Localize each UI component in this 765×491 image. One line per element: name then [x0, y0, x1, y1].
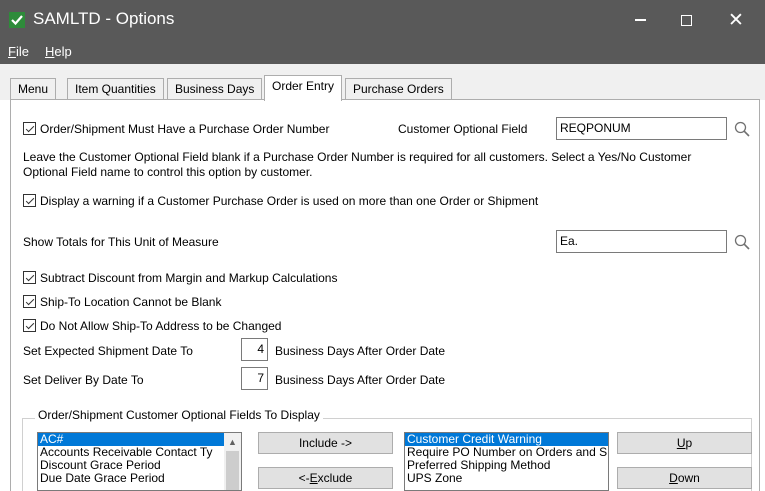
totals-uom-label: Show Totals for This Unit of Measure [23, 235, 219, 249]
menu-help-label: elp [54, 44, 72, 59]
menu-help[interactable]: Help [45, 44, 72, 59]
menu-file-label: ile [15, 44, 29, 59]
expected-ship-suffix: Business Days After Order Date [275, 344, 446, 358]
move-down-button[interactable]: Down [617, 467, 752, 489]
tab-item-quantities[interactable]: Item Quantities [67, 78, 164, 100]
exclude-mnemonic: E [309, 471, 318, 485]
selected-field-item[interactable]: Require PO Number on Orders and S [405, 446, 608, 459]
subtract-discount-label: Subtract Discount from Margin and Markup… [40, 271, 338, 285]
down-mnemonic: D [669, 471, 678, 485]
exclude-label: xclude [317, 471, 353, 485]
tab-purchase-orders[interactable]: Purchase Orders [345, 78, 452, 100]
shipto-no-change-option[interactable]: Do Not Allow Ship-To Address to be Chang… [23, 319, 281, 333]
tab-order-entry[interactable]: Order Entry [264, 75, 343, 101]
optional-fields-group-title: Order/Shipment Customer Optional Fields … [35, 408, 323, 422]
po-warning-checkbox[interactable] [23, 194, 36, 207]
tab-business-days[interactable]: Business Days [167, 78, 263, 100]
available-field-item[interactable]: AC# [38, 433, 241, 446]
down-label: own [677, 471, 700, 485]
include-button[interactable]: Include -> [258, 432, 393, 454]
expected-ship-label: Set Expected Shipment Date To [23, 344, 193, 358]
app-check-icon [9, 12, 25, 28]
menu-file-mnemonic: F [8, 44, 16, 59]
shipto-no-change-checkbox[interactable] [23, 319, 36, 332]
selected-fields-list[interactable]: Customer Credit Warning Require PO Numbe… [404, 432, 609, 491]
subtract-discount-checkbox[interactable] [23, 271, 36, 284]
expected-ship-days-input[interactable]: 4 [241, 338, 268, 361]
available-field-item[interactable]: Discount Grace Period [38, 459, 241, 472]
help-text-line-1: Leave the Customer Optional Field blank … [23, 150, 692, 164]
scroll-thumb[interactable] [226, 451, 239, 490]
maximize-button[interactable] [663, 0, 709, 40]
close-icon: ✕ [728, 9, 744, 31]
minimize-button[interactable] [617, 0, 663, 40]
available-fields-list[interactable]: AC# Accounts Receivable Contact Ty Disco… [37, 432, 242, 491]
available-field-item[interactable]: Accounts Receivable Contact Ty [38, 446, 241, 459]
customer-optional-field-finder-icon[interactable] [734, 121, 750, 137]
close-button[interactable]: ✕ [713, 0, 759, 40]
menu-help-mnemonic: H [45, 44, 55, 59]
deliver-by-label: Set Deliver By Date To [23, 373, 144, 387]
exclude-prefix: <- [298, 471, 310, 485]
move-up-button[interactable]: Up [617, 432, 752, 454]
customer-optional-field-label: Customer Optional Field [398, 122, 528, 136]
menu-bar: File Help [0, 40, 765, 64]
po-warning-label: Display a warning if a Customer Purchase… [40, 194, 539, 208]
menu-file[interactable]: File [8, 44, 29, 59]
available-field-item[interactable]: Due Date Grace Period [38, 472, 241, 485]
up-mnemonic: U [676, 436, 686, 450]
po-required-checkbox[interactable] [23, 122, 36, 135]
selected-field-item[interactable]: UPS Zone [405, 472, 608, 485]
selected-field-item[interactable]: Customer Credit Warning [405, 433, 608, 446]
window-title: SAMLTD - Options [33, 9, 175, 28]
title-bar: SAMLTD - Options ✕ [0, 0, 765, 40]
tab-menu[interactable]: Menu [10, 78, 57, 100]
shipto-not-blank-checkbox[interactable] [23, 295, 36, 308]
po-warning-option[interactable]: Display a warning if a Customer Purchase… [23, 194, 538, 208]
deliver-by-suffix: Business Days After Order Date [275, 373, 446, 387]
po-required-option[interactable]: Order/Shipment Must Have a Purchase Orde… [23, 122, 329, 136]
po-required-label: Order/Shipment Must Have a Purchase Orde… [40, 122, 330, 136]
available-list-scrollbar[interactable]: ▲ [224, 433, 241, 490]
maximize-icon [680, 14, 692, 26]
scroll-up-icon[interactable]: ▲ [224, 433, 241, 450]
exclude-button[interactable]: <- Exclude [258, 467, 393, 489]
help-text-line-2: Optional Field name to control this opti… [23, 165, 313, 179]
customer-optional-field-input[interactable]: REQPONUM [556, 117, 727, 140]
totals-uom-input[interactable]: Ea. [556, 230, 727, 253]
up-label: p [685, 436, 693, 450]
deliver-by-days-input[interactable]: 7 [241, 367, 268, 390]
minimize-icon [634, 19, 646, 21]
selected-field-item[interactable]: Preferred Shipping Method [405, 459, 608, 472]
subtract-discount-option[interactable]: Subtract Discount from Margin and Markup… [23, 271, 337, 285]
shipto-not-blank-label: Ship-To Location Cannot be Blank [40, 295, 222, 309]
include-button-label: Include -> [298, 436, 353, 450]
shipto-no-change-label: Do Not Allow Ship-To Address to be Chang… [40, 319, 282, 333]
shipto-not-blank-option[interactable]: Ship-To Location Cannot be Blank [23, 295, 221, 309]
tab-strip: Menu Item Quantities Business Days Order… [0, 64, 765, 101]
totals-uom-finder-icon[interactable] [734, 234, 750, 250]
